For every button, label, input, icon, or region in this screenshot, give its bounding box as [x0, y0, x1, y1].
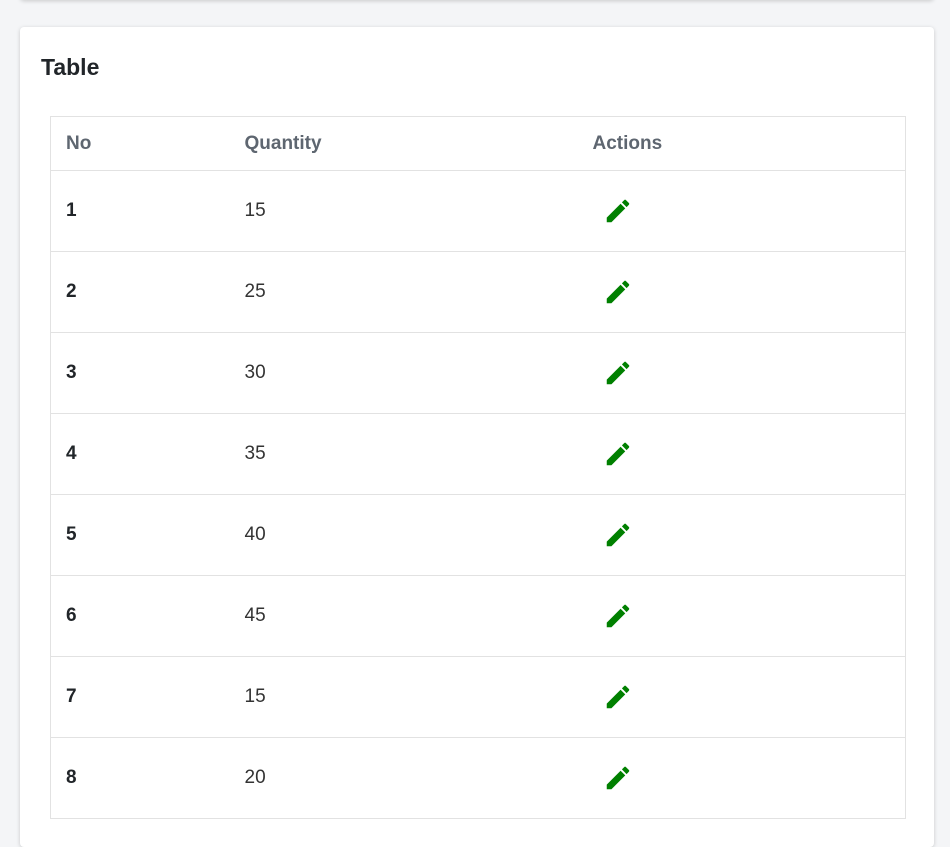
table-row: 1 15: [50, 170, 906, 252]
pencil-icon[interactable]: [603, 358, 633, 388]
cell-actions: [577, 656, 906, 738]
cell-actions: [577, 737, 906, 819]
pencil-icon[interactable]: [603, 763, 633, 793]
cell-actions: [577, 332, 906, 414]
table-row: 2 25: [50, 251, 906, 333]
pencil-icon[interactable]: [603, 601, 633, 631]
card-title: Table: [41, 54, 100, 80]
cell-actions: [577, 494, 906, 576]
pencil-icon[interactable]: [603, 520, 633, 550]
cell-actions: [577, 170, 906, 252]
table-container: No Quantity Actions 1 15 2 25 3 30 4 35 …: [50, 116, 906, 819]
table-row: 8 20: [50, 737, 906, 819]
table-card: Table No Quantity Actions 1 15 2 25 3 30…: [20, 27, 934, 847]
cell-no: 1: [50, 170, 230, 252]
pencil-icon[interactable]: [603, 682, 633, 712]
cell-actions: [577, 413, 906, 495]
cell-quantity: 15: [229, 170, 578, 252]
table-row: 4 35: [50, 413, 906, 495]
cell-no: 4: [50, 413, 230, 495]
cell-actions: [577, 575, 906, 657]
cell-no: 5: [50, 494, 230, 576]
cell-quantity: 35: [229, 413, 578, 495]
cell-actions: [577, 251, 906, 333]
cell-no: 6: [50, 575, 230, 657]
cell-quantity: 30: [229, 332, 578, 414]
table-header: No Quantity Actions: [50, 116, 906, 171]
pencil-icon[interactable]: [603, 277, 633, 307]
cell-no: 8: [50, 737, 230, 819]
cell-quantity: 25: [229, 251, 578, 333]
cell-quantity: 20: [229, 737, 578, 819]
table-body: 1 15 2 25 3 30 4 35 5 40 6 45 7 15 8 20: [50, 170, 906, 819]
table-row: 3 30: [50, 332, 906, 414]
column-header-no: No: [50, 116, 230, 171]
cell-no: 7: [50, 656, 230, 738]
pencil-icon[interactable]: [603, 196, 633, 226]
cell-quantity: 45: [229, 575, 578, 657]
cell-no: 2: [50, 251, 230, 333]
column-header-actions: Actions: [577, 116, 906, 171]
table-header-row: No Quantity Actions: [50, 116, 906, 171]
column-header-quantity: Quantity: [229, 116, 578, 171]
table-row: 7 15: [50, 656, 906, 738]
cell-no: 3: [50, 332, 230, 414]
cell-quantity: 40: [229, 494, 578, 576]
pencil-icon[interactable]: [603, 439, 633, 469]
cell-quantity: 15: [229, 656, 578, 738]
table-row: 5 40: [50, 494, 906, 576]
data-table: No Quantity Actions 1 15 2 25 3 30 4 35 …: [50, 116, 906, 819]
table-row: 6 45: [50, 575, 906, 657]
